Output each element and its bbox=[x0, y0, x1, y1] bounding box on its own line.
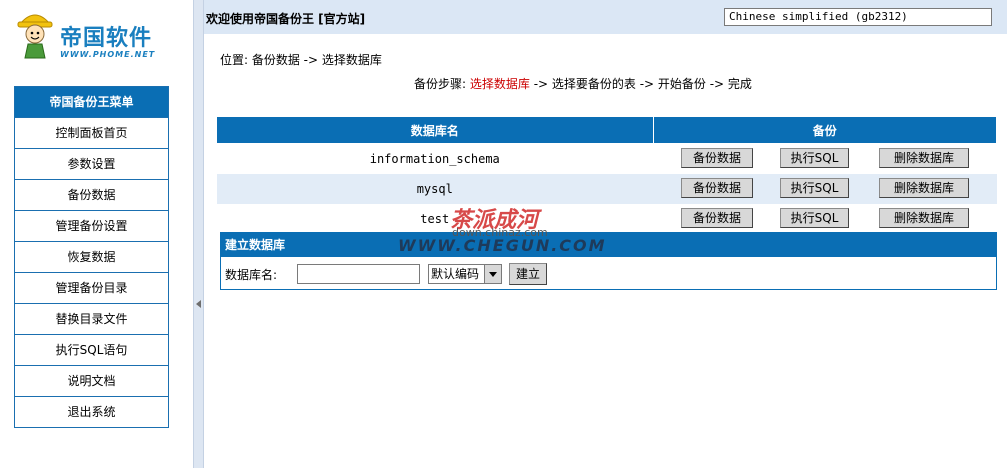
actions-cell: 备份数据 执行SQL 删除数据库 bbox=[653, 144, 996, 175]
delete-database-button[interactable]: 删除数据库 bbox=[879, 208, 970, 228]
menu-item-run-sql[interactable]: 执行SQL语句 bbox=[15, 334, 168, 365]
encoding-selected-value: 默认编码 bbox=[431, 267, 480, 281]
menu-item-docs[interactable]: 说明文档 bbox=[15, 365, 168, 396]
chevron-down-icon[interactable] bbox=[484, 265, 501, 283]
logo[interactable]: 帝国软件 WWW.PHOME.NET bbox=[14, 6, 164, 62]
table-row: mysql 备份数据 执行SQL 删除数据库 bbox=[216, 174, 997, 204]
delete-database-button[interactable]: 删除数据库 bbox=[879, 148, 970, 168]
db-name-cell: test bbox=[420, 212, 450, 226]
language-select[interactable]: Chinese simplified (gb2312) bbox=[724, 8, 992, 26]
menu-item-backup-data[interactable]: 备份数据 bbox=[15, 179, 168, 210]
collapse-arrow-icon[interactable] bbox=[196, 300, 201, 308]
sidebar: 帝国软件 WWW.PHOME.NET 帝国备份王菜单 控制面板首页 参数设置 备… bbox=[0, 0, 193, 468]
backup-data-button[interactable]: 备份数据 bbox=[681, 208, 754, 228]
create-database-panel: 建立数据库 数据库名: 默认编码 建立 bbox=[220, 232, 997, 290]
welcome-text: 欢迎使用帝国备份王 [官方站] bbox=[206, 12, 366, 26]
menu-item-settings[interactable]: 参数设置 bbox=[15, 148, 168, 179]
logo-url: WWW.PHOME.NET bbox=[60, 50, 156, 59]
actions-cell: 备份数据 执行SQL 删除数据库 bbox=[653, 174, 997, 204]
db-name-label: 数据库名: bbox=[225, 268, 278, 282]
db-name-cell: mysql bbox=[216, 174, 654, 204]
table-header-row: 数据库名 备份 bbox=[216, 116, 998, 144]
sidebar-toggle-strip[interactable] bbox=[193, 0, 204, 468]
db-name-cell: information_schema bbox=[369, 152, 500, 166]
table-row: test 备份数据 执行SQL 删除数据库 bbox=[217, 204, 997, 234]
run-sql-button[interactable]: 执行SQL bbox=[780, 178, 850, 198]
create-database-button[interactable]: 建立 bbox=[509, 263, 547, 285]
mascot-icon bbox=[17, 14, 53, 59]
column-header-db-name: 数据库名 bbox=[216, 116, 654, 144]
menu-item-manage-backup-settings[interactable]: 管理备份设置 bbox=[15, 210, 168, 241]
actions-cell: 备份数据 执行SQL 删除数据库 bbox=[653, 204, 996, 234]
backup-data-button[interactable]: 备份数据 bbox=[681, 178, 754, 198]
backup-steps: 备份步骤: 选择数据库 -> 选择要备份的表 -> 开始备份 -> 完成 bbox=[414, 75, 752, 92]
delete-database-button[interactable]: 删除数据库 bbox=[879, 178, 970, 198]
steps-prefix: 备份步骤: bbox=[414, 77, 470, 91]
logo-brand: 帝国软件 bbox=[60, 26, 153, 51]
database-table: 数据库名 备份 information_schema 备份数据 执行SQL 删除… bbox=[216, 116, 998, 234]
table-row: information_schema 备份数据 执行SQL 删除数据库 bbox=[217, 144, 997, 175]
backup-data-button[interactable]: 备份数据 bbox=[681, 148, 754, 168]
encoding-select[interactable]: 默认编码 bbox=[428, 264, 502, 284]
run-sql-button[interactable]: 执行SQL bbox=[780, 208, 850, 228]
top-header: 欢迎使用帝国备份王 [官方站] Chinese simplified (gb23… bbox=[204, 0, 1007, 34]
watermark-url: WWW.CHEGUN.COM bbox=[398, 236, 607, 255]
create-database-title: 建立数据库 bbox=[221, 233, 996, 257]
menu-item-replace-dir-files[interactable]: 替换目录文件 bbox=[15, 303, 168, 334]
main-menu: 帝国备份王菜单 控制面板首页 参数设置 备份数据 管理备份设置 恢复数据 管理备… bbox=[14, 86, 169, 428]
steps-current: 选择数据库 bbox=[469, 77, 530, 91]
menu-title: 帝国备份王菜单 bbox=[15, 87, 168, 117]
menu-item-restore-data[interactable]: 恢复数据 bbox=[15, 241, 168, 272]
run-sql-button[interactable]: 执行SQL bbox=[780, 148, 850, 168]
menu-item-manage-backup-dir[interactable]: 管理备份目录 bbox=[15, 272, 168, 303]
menu-item-logout[interactable]: 退出系统 bbox=[15, 396, 168, 427]
breadcrumb: 位置: 备份数据 -> 选择数据库 bbox=[220, 53, 382, 67]
db-name-input[interactable] bbox=[297, 264, 420, 284]
column-header-backup: 备份 bbox=[652, 116, 998, 144]
steps-rest: -> 选择要备份的表 -> 开始备份 -> 完成 bbox=[529, 77, 752, 91]
menu-item-control-panel[interactable]: 控制面板首页 bbox=[15, 117, 168, 148]
